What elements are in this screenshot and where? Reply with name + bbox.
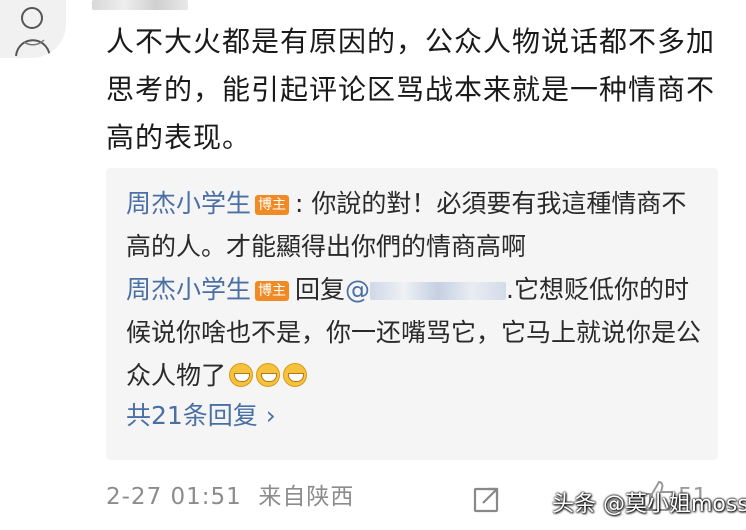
author-badge: 博主 [255, 281, 290, 301]
comment-text: 人不大火都是有原因的，公众人物说话都不多加思考的，能引起评论区骂战本来就是一种情… [106, 25, 716, 154]
timestamp: 2-27 01:51 [106, 484, 242, 510]
username-blurred[interactable] [92, 0, 188, 10]
reply-item: 周杰小学生 博主 回复@ .它想贬低你的时候说你啥也不是，你一还嘴骂它，它马上就说你是… [126, 268, 706, 397]
watermark: 头条 @莫小姐moss [552, 492, 746, 517]
reply-author[interactable]: 周杰小学生 [126, 189, 251, 218]
avatar[interactable] [0, 0, 66, 58]
mention-link[interactable]: @ [345, 275, 507, 304]
reply-prefix: 回复 [295, 275, 346, 304]
more-replies-link[interactable]: 共21条回复 › [126, 396, 276, 436]
reply-separator: : [295, 189, 312, 218]
reply-box: 周杰小学生 博主: 你說的對！必須要有我這種情商不高的人。才能顯得出你們的情商高啊… [106, 168, 718, 460]
chevron-right-icon: › [265, 401, 276, 430]
author-badge: 博主 [255, 195, 290, 215]
more-replies-label: 共21条回复 [126, 401, 258, 430]
grin-emoji-icon [229, 363, 254, 387]
mention-blurred [370, 282, 507, 300]
reply-item: 周杰小学生 博主: 你說的對！必須要有我這種情商不高的人。才能顯得出你們的情商高啊 [126, 182, 706, 268]
grin-emoji-icon [256, 363, 281, 387]
avatar-sketch-icon [15, 7, 51, 57]
share-icon[interactable] [472, 484, 502, 514]
grin-emoji-icon [283, 363, 308, 387]
location: 来自陕西 [258, 484, 355, 510]
comment-meta: 2-27 01:51 来自陕西 [106, 480, 354, 514]
mention-at: @ [345, 275, 371, 304]
reply-author[interactable]: 周杰小学生 [126, 275, 251, 304]
